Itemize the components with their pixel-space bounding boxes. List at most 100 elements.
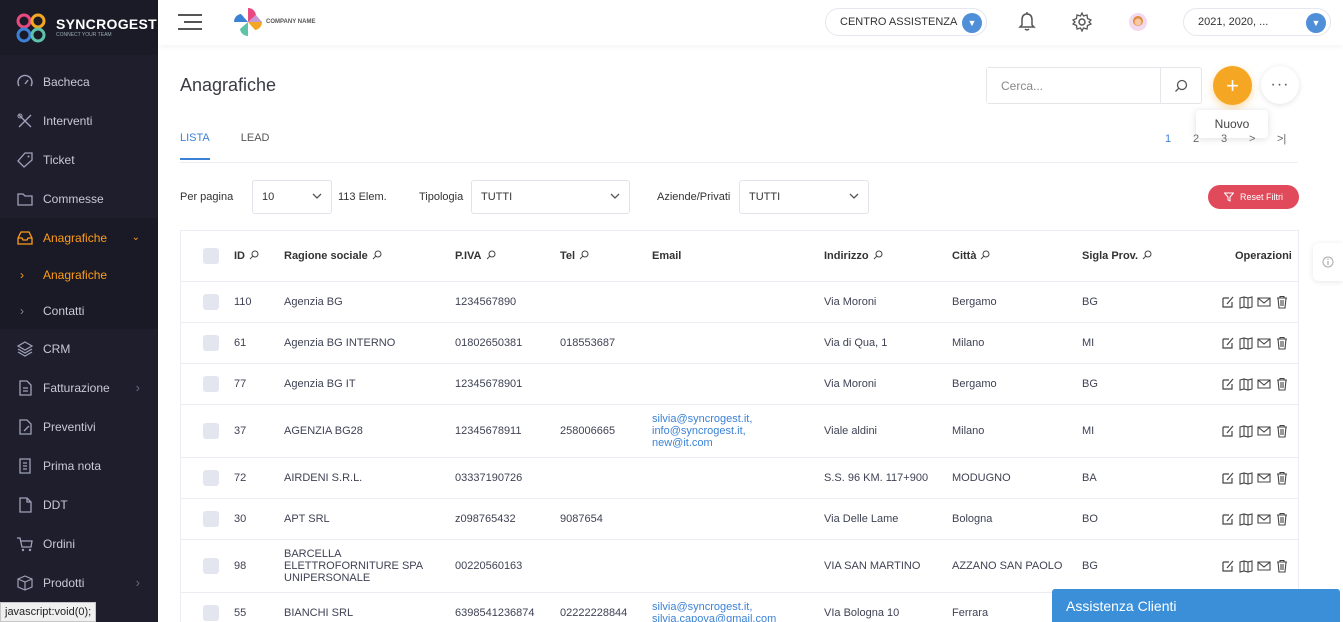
page-1-link[interactable]: 1: [1165, 133, 1193, 145]
page-2-link[interactable]: 2: [1193, 133, 1221, 145]
tab-lista[interactable]: LISTA: [180, 132, 210, 160]
trash-icon[interactable]: [1275, 424, 1289, 438]
search-icon[interactable]: [1142, 250, 1152, 260]
edit-icon[interactable]: [1221, 295, 1235, 309]
sidebar-item-preventivi[interactable]: Preventivi: [0, 407, 158, 446]
trash-icon[interactable]: [1275, 336, 1289, 350]
sidebar-item-prima-nota[interactable]: Prima nota: [0, 446, 158, 485]
aziende-privati-select[interactable]: TUTTI: [739, 180, 869, 214]
mail-icon[interactable]: [1257, 471, 1271, 485]
sidebar-item-label: Prodotti: [43, 575, 85, 590]
sidebar-item-ddt[interactable]: DDT: [0, 485, 158, 524]
customer-support-chat-widget[interactable]: Assistenza Clienti: [1052, 589, 1340, 622]
search-icon[interactable]: [249, 250, 259, 260]
brand[interactable]: SYNCROGEST CONNECT YOUR TEAM: [0, 0, 158, 55]
assistance-center-dropdown[interactable]: CENTRO ASSISTENZA ▼: [825, 8, 987, 36]
cell-email[interactable]: silvia@syncrogest.it, info@syncrogest.it…: [652, 413, 752, 449]
map-icon[interactable]: [1239, 295, 1253, 309]
settings-gear-icon[interactable]: [1071, 11, 1093, 33]
column-header-indirizzo[interactable]: Indirizzo: [824, 250, 883, 262]
search-icon[interactable]: [579, 250, 589, 260]
sidebar-item-anagrafiche[interactable]: Anagrafiche ⌄: [0, 218, 158, 257]
row-checkbox[interactable]: [203, 558, 219, 574]
next-page-link[interactable]: >: [1249, 133, 1277, 145]
sidebar-item-ordini[interactable]: Ordini: [0, 524, 158, 563]
row-checkbox[interactable]: [203, 470, 219, 486]
page-3-link[interactable]: 3: [1221, 133, 1249, 145]
map-icon[interactable]: [1239, 559, 1253, 573]
submenu-item-anagrafiche[interactable]: › Anagrafiche: [0, 257, 158, 293]
cell-email[interactable]: silvia@syncrogest.it, silvia.capova@gmai…: [652, 601, 776, 622]
column-header-ragione[interactable]: Ragione sociale: [284, 250, 382, 262]
edit-icon[interactable]: [1221, 512, 1235, 526]
edit-icon[interactable]: [1221, 471, 1235, 485]
chevron-down-icon: [312, 193, 322, 199]
edit-icon[interactable]: [1221, 424, 1235, 438]
map-icon[interactable]: [1239, 424, 1253, 438]
cell-citta: AZZANO SAN PAOLO: [952, 560, 1063, 572]
tipologia-select[interactable]: TUTTI: [471, 180, 630, 214]
sidebar-item-bacheca[interactable]: Bacheca: [0, 62, 158, 101]
column-header-citta[interactable]: Città: [952, 250, 990, 262]
company-logo: COMPANY NAME: [232, 6, 315, 38]
map-icon[interactable]: [1239, 512, 1253, 526]
cell-indirizzo: VIA SAN MARTINO: [824, 560, 921, 572]
edit-icon[interactable]: [1221, 559, 1235, 573]
search-icon[interactable]: [372, 250, 382, 260]
trash-icon[interactable]: [1275, 512, 1289, 526]
tab-lead[interactable]: LEAD: [241, 132, 270, 160]
row-checkbox[interactable]: [203, 511, 219, 527]
last-page-link[interactable]: >|: [1277, 133, 1305, 145]
more-options-button[interactable]: ···: [1261, 66, 1299, 104]
sidebar-item-interventi[interactable]: Interventi: [0, 101, 158, 140]
column-header-tel[interactable]: Tel: [560, 250, 589, 262]
row-checkbox[interactable]: [203, 335, 219, 351]
map-icon[interactable]: [1239, 336, 1253, 350]
row-operations: [1221, 424, 1289, 438]
row-checkbox[interactable]: [203, 604, 219, 621]
mail-icon[interactable]: [1257, 512, 1271, 526]
select-all-checkbox[interactable]: [203, 248, 219, 264]
submenu-item-contatti[interactable]: › Contatti: [0, 293, 158, 329]
notification-bell-icon[interactable]: [1016, 11, 1038, 33]
per-page-select[interactable]: 10: [252, 180, 332, 214]
search-icon[interactable]: [980, 250, 990, 260]
add-new-button[interactable]: +: [1213, 66, 1252, 105]
sidebar-item-commesse[interactable]: Commesse: [0, 179, 158, 218]
edit-icon[interactable]: [1221, 377, 1235, 391]
reset-filters-button[interactable]: Reset Filtri: [1208, 185, 1299, 209]
trash-icon[interactable]: [1275, 559, 1289, 573]
row-checkbox[interactable]: [203, 294, 219, 310]
search-icon[interactable]: [486, 250, 496, 260]
search-button[interactable]: [1160, 68, 1201, 103]
trash-icon[interactable]: [1275, 471, 1289, 485]
edit-icon[interactable]: [1221, 336, 1235, 350]
column-header-id[interactable]: ID: [234, 250, 259, 262]
mail-icon[interactable]: [1257, 424, 1271, 438]
mail-icon[interactable]: [1257, 295, 1271, 309]
search-input[interactable]: [987, 68, 1160, 103]
column-header-sigla[interactable]: Sigla Prov.: [1082, 250, 1152, 262]
trash-icon[interactable]: [1275, 377, 1289, 391]
mail-icon[interactable]: [1257, 336, 1271, 350]
search-icon[interactable]: [873, 250, 883, 260]
row-checkbox[interactable]: [203, 423, 219, 439]
mail-icon[interactable]: [1257, 559, 1271, 573]
sidebar-item-crm[interactable]: CRM: [0, 329, 158, 368]
row-checkbox[interactable]: [203, 376, 219, 392]
column-header-email: Email: [652, 250, 682, 262]
trash-icon[interactable]: [1275, 295, 1289, 309]
years-dropdown[interactable]: 2021, 2020, ... ▼: [1183, 8, 1331, 36]
map-icon[interactable]: [1239, 377, 1253, 391]
sidebar-item-fatturazione[interactable]: Fatturazione ›: [0, 368, 158, 407]
hamburger-menu-icon[interactable]: [178, 14, 202, 30]
cell-indirizzo: Viale aldini: [824, 425, 878, 437]
column-header-piva[interactable]: P.IVA: [455, 250, 496, 262]
mail-icon[interactable]: [1257, 377, 1271, 391]
cell-ragione: BARCELLA ELETTROFORNITURE SPA UNIPERSONA…: [284, 548, 424, 584]
map-icon[interactable]: [1239, 471, 1253, 485]
sidebar-item-ticket[interactable]: Ticket: [0, 140, 158, 179]
sidebar-item-prodotti[interactable]: Prodotti ›: [0, 563, 158, 602]
info-side-tab[interactable]: [1313, 243, 1343, 281]
user-avatar[interactable]: [1127, 11, 1149, 33]
